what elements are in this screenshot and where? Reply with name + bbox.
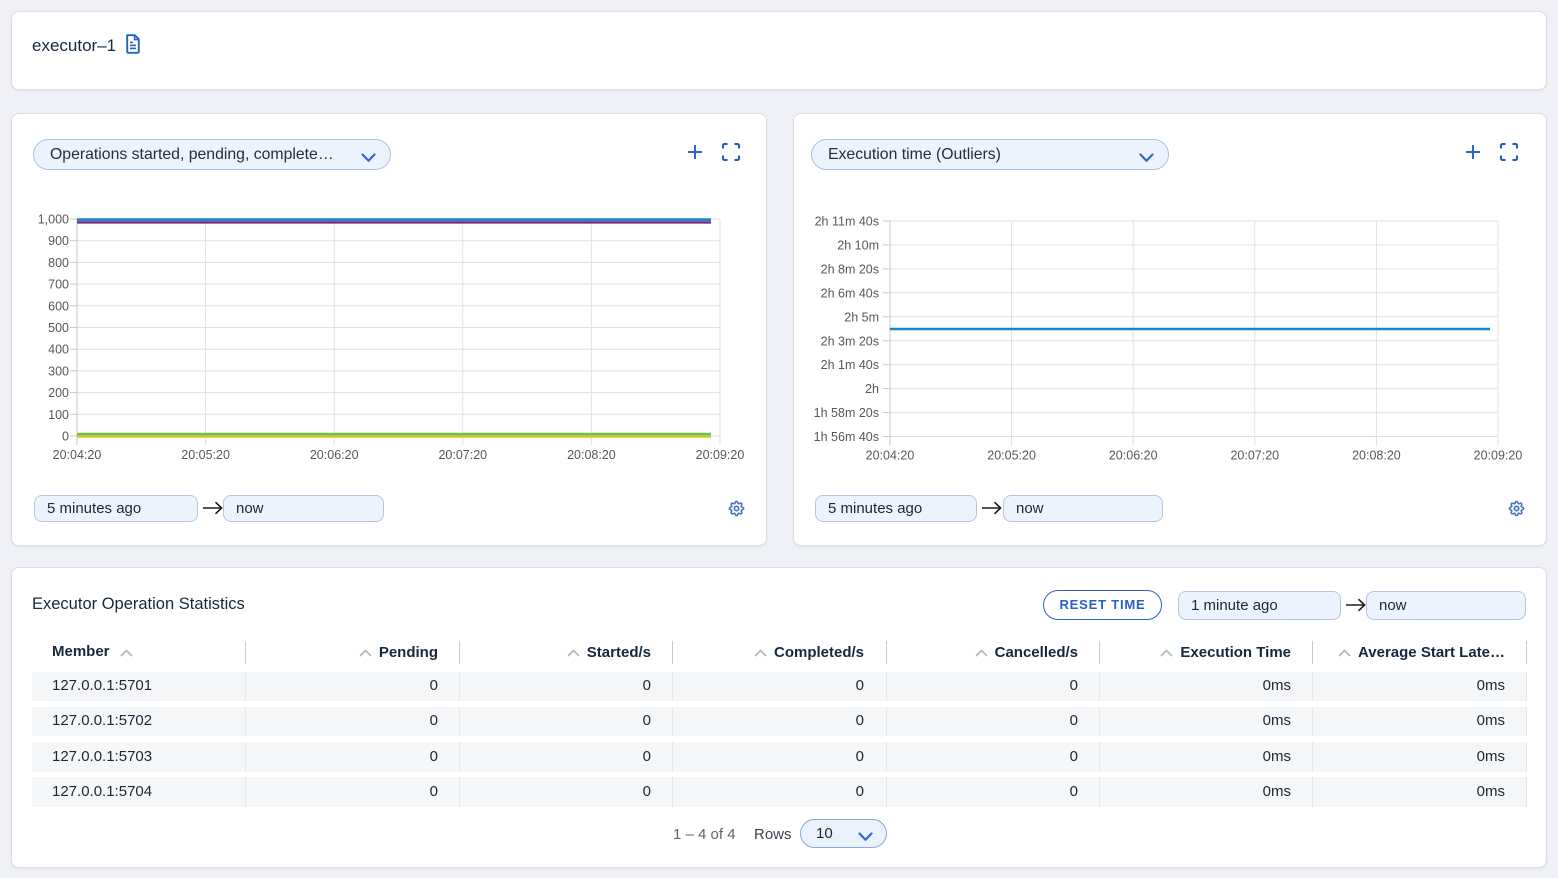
svg-text:800: 800 <box>48 256 69 270</box>
svg-text:20:07:20: 20:07:20 <box>438 448 487 462</box>
svg-text:2h 11m 40s: 2h 11m 40s <box>815 215 879 229</box>
svg-text:20:05:20: 20:05:20 <box>181 448 230 462</box>
svg-text:1,000: 1,000 <box>38 213 69 227</box>
svg-text:600: 600 <box>48 299 69 313</box>
svg-text:500: 500 <box>48 321 69 335</box>
svg-text:2h 10m: 2h 10m <box>837 238 879 252</box>
svg-text:20:05:20: 20:05:20 <box>987 449 1036 463</box>
svg-text:2h 3m 20s: 2h 3m 20s <box>821 334 879 348</box>
svg-text:2h 1m 40s: 2h 1m 40s <box>821 358 879 372</box>
svg-text:2h 8m 20s: 2h 8m 20s <box>821 262 879 276</box>
svg-text:200: 200 <box>48 386 69 400</box>
svg-text:900: 900 <box>48 234 69 248</box>
svg-text:20:06:20: 20:06:20 <box>310 448 359 462</box>
svg-text:0: 0 <box>62 430 69 444</box>
svg-text:20:04:20: 20:04:20 <box>866 449 915 463</box>
svg-text:400: 400 <box>48 343 69 357</box>
svg-text:20:04:20: 20:04:20 <box>53 448 102 462</box>
svg-text:20:09:20: 20:09:20 <box>1474 449 1523 463</box>
svg-text:1h 58m 20s: 1h 58m 20s <box>814 406 879 420</box>
svg-text:100: 100 <box>48 408 69 422</box>
svg-text:2h 6m 40s: 2h 6m 40s <box>821 286 879 300</box>
svg-text:1h 56m 40s: 1h 56m 40s <box>814 430 879 444</box>
svg-text:20:06:20: 20:06:20 <box>1109 449 1158 463</box>
svg-text:2h 5m: 2h 5m <box>844 310 879 324</box>
svg-text:20:09:20: 20:09:20 <box>696 448 745 462</box>
svg-text:20:08:20: 20:08:20 <box>1352 449 1401 463</box>
svg-text:20:08:20: 20:08:20 <box>567 448 616 462</box>
svg-text:300: 300 <box>48 364 69 378</box>
svg-text:700: 700 <box>48 278 69 292</box>
svg-text:2h: 2h <box>865 382 879 396</box>
svg-text:20:07:20: 20:07:20 <box>1230 449 1279 463</box>
